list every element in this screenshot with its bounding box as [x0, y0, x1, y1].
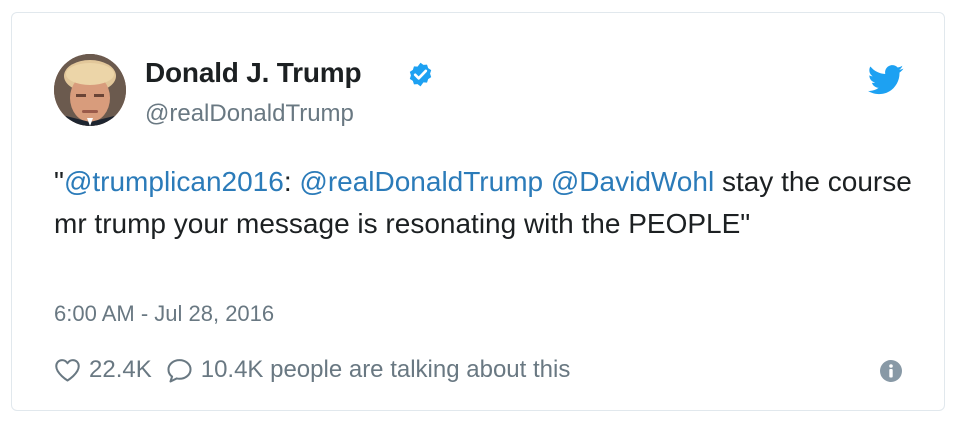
tweet-card[interactable]: Donald J. Trump @realDonaldTrump "@trump… [11, 12, 945, 411]
quote-open: " [54, 166, 64, 197]
mention-davidwohl[interactable]: @DavidWohl [551, 166, 714, 197]
twitter-bird-icon[interactable] [868, 65, 904, 95]
info-icon[interactable] [880, 360, 902, 382]
heart-icon[interactable] [54, 357, 81, 383]
author-handle[interactable]: @realDonaldTrump [145, 100, 354, 128]
separator-space [543, 166, 551, 197]
avatar-image [54, 54, 126, 126]
tweet-text: "@trumplican2016: @realDonaldTrump @Davi… [54, 161, 914, 245]
like-action[interactable]: 22.4K [54, 356, 152, 384]
tweet-actions: 22.4K 10.4K people are talking about thi… [54, 353, 570, 387]
author-name[interactable]: Donald J. Trump [145, 57, 362, 89]
like-count: 22.4K [89, 356, 152, 383]
talking-count: 10.4K people are talking about this [200, 356, 571, 383]
reply-action[interactable]: 10.4K people are talking about this [152, 356, 571, 384]
avatar[interactable] [54, 54, 126, 126]
verified-badge-icon [409, 62, 432, 87]
tweet-timestamp[interactable]: 6:00 AM - Jul 28, 2016 [54, 301, 274, 327]
mention-realdonaldtrump[interactable]: @realDonaldTrump [299, 166, 543, 197]
separator-colon: : [283, 166, 300, 197]
mention-trumplican2016[interactable]: @trumplican2016 [64, 166, 284, 197]
reply-bubble-icon[interactable] [166, 357, 193, 383]
